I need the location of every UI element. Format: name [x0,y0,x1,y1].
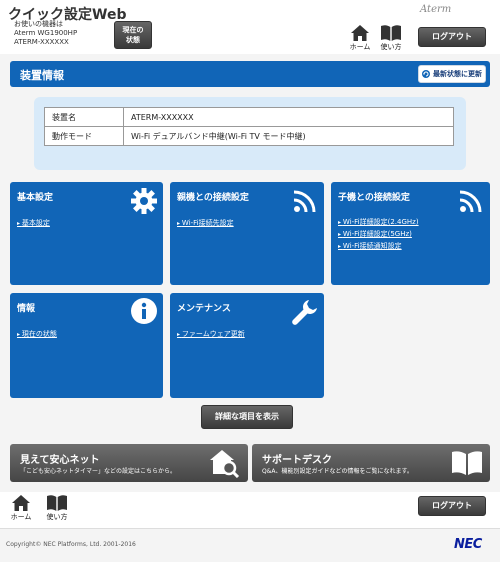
footer-logout-button[interactable]: ログアウト [418,496,486,516]
link-wifi-detail-5[interactable]: Wi-Fi詳細設定(5GHz) [338,229,412,239]
device-name: ATERM-XXXXXX [14,38,69,46]
link-wifi-connection[interactable]: Wi-Fi接続先設定 [177,218,234,228]
current-status-button[interactable]: 現在の 状態 [114,21,152,49]
footer-manual-button[interactable]: 使い方 [44,495,70,522]
tile-maintenance-title: メンテナンス [177,304,231,314]
table-row: 装置名 ATERM-XXXXXX [44,107,454,127]
link-current-status[interactable]: 現在の状態 [17,329,57,339]
banner-support-desk[interactable]: サポートデスク Q&A、機能別設定ガイドなどの情報をご覧になれます。 [252,444,490,482]
tile-info-title: 情報 [17,304,36,314]
tile-information: 情報 現在の状態 [10,293,163,398]
table-row: 動作モード Wi-Fi デュアルバンド中継(Wi-Fi TV モード中継) [44,126,454,146]
device-info-table: 装置名 ATERM-XXXXXX 動作モード Wi-Fi デュアルバンド中継(W… [44,107,454,146]
device-model: Aterm WG1900HP [14,29,78,37]
copyright: Copyright© NEC Platforms, Ltd. 2001-2016 [6,541,136,548]
tile-child-connection: 子機との接続設定 Wi-Fi詳細設定(2.4GHz) Wi-Fi詳細設定(5GH… [331,182,490,285]
device-info-title: 装置情報 [20,69,64,82]
wrench-icon [292,300,317,325]
current-status-line2: 状態 [126,36,140,44]
tile-maintenance: メンテナンス ファームウェア更新 [170,293,324,398]
link-firmware-update[interactable]: ファームウェア更新 [177,329,245,339]
device-info-header: 装置情報 最新状態に更新 [10,61,490,87]
tile-basic-title: 基本設定 [17,193,54,203]
banner-mieteanshin[interactable]: 見えて安心ネット 「こども安心ネットタイマー」などの設定はこちらから。 [10,444,248,482]
banner-mieteanshin-subtitle: 「こども安心ネットタイマー」などの設定はこちらから。 [20,468,177,475]
aterm-logo: Aterm [420,4,452,15]
mode-value: Wi-Fi デュアルバンド中継(Wi-Fi TV モード中継) [123,126,454,146]
device-name-key: 装置名 [44,107,124,127]
tile-child-title: 子機との接続設定 [338,193,410,203]
refresh-button[interactable]: 最新状態に更新 [418,65,486,83]
device-info-box: 装置名 ATERM-XXXXXX 動作モード Wi-Fi デュアルバンド中継(W… [34,97,466,170]
link-basic-settings[interactable]: 基本設定 [17,218,50,228]
current-status-line1: 現在の [122,26,144,34]
wifi-icon [294,190,316,212]
house-search-icon [210,450,240,478]
footer-manual-label: 使い方 [46,513,68,521]
mode-key: 動作モード [44,126,124,146]
book-icon [381,25,401,41]
device-name-value: ATERM-XXXXXX [123,107,454,127]
banner-support-title: サポートデスク [262,455,332,466]
link-wifi-notify[interactable]: Wi-Fi接続通知設定 [338,241,402,251]
footer-home-button[interactable]: ホーム [8,495,34,522]
logout-button[interactable]: ログアウト [418,27,486,47]
gear-icon [131,188,157,214]
refresh-label: 最新状態に更新 [433,70,482,78]
show-detail-button[interactable]: 詳細な項目を表示 [201,405,293,429]
wifi-icon [460,190,482,212]
info-icon [131,298,157,324]
tile-parent-title: 親機との接続設定 [177,193,249,203]
refresh-icon [422,70,430,78]
book-icon [452,451,482,475]
book-icon [47,495,67,511]
manual-label: 使い方 [380,43,402,51]
device-line1: お使いの機器は [14,20,63,28]
footer-divider [0,528,500,529]
home-label: ホーム [349,43,371,51]
home-icon [351,25,369,41]
footer-home-label: ホーム [10,513,32,521]
home-button[interactable]: ホーム [347,25,373,52]
manual-button[interactable]: 使い方 [378,25,404,52]
tile-basic-settings: 基本設定 基本設定 [10,182,163,285]
banner-mieteanshin-title: 見えて安心ネット [20,455,100,466]
banner-support-subtitle: Q&A、機能別設定ガイドなどの情報をご覧になれます。 [262,468,413,475]
link-wifi-detail-24[interactable]: Wi-Fi詳細設定(2.4GHz) [338,217,419,227]
nec-logo: NEC [454,537,482,552]
tile-parent-connection: 親機との接続設定 Wi-Fi接続先設定 [170,182,324,285]
home-icon [12,495,30,511]
